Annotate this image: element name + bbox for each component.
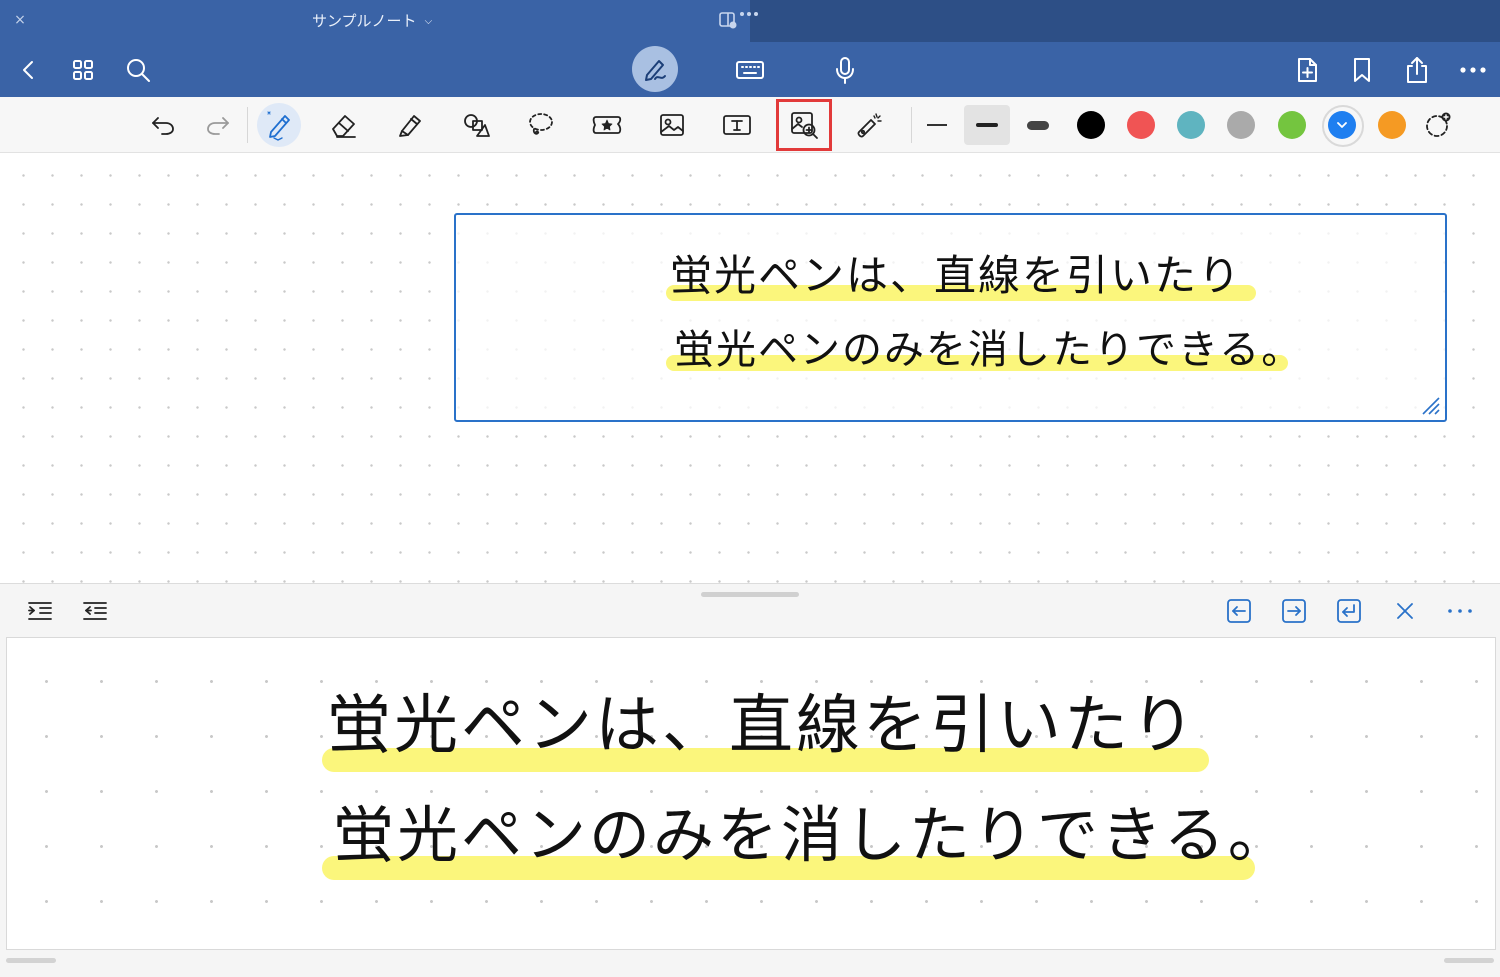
scrollbar-right[interactable]	[1444, 958, 1494, 963]
pen-tool[interactable]	[257, 103, 301, 147]
zoom-handwriting-line-1: 蛍光ペンは、直線を引いたり	[327, 689, 1198, 763]
document-title: サンプルノート	[312, 12, 417, 30]
stroke-width-thick[interactable]	[1015, 105, 1061, 145]
lasso-icon[interactable]	[519, 104, 563, 146]
color-green-swatch[interactable]	[1278, 111, 1306, 139]
document-title-button[interactable]: サンプルノート ⌵	[312, 10, 432, 32]
close-window-button[interactable]: ×	[11, 11, 29, 29]
title-bar: × サンプルノート ⌵	[0, 0, 1500, 42]
keyboard-mode-icon[interactable]	[733, 53, 767, 87]
zoom-target-box[interactable]: 蛍光ペンは、直線を引いたり 蛍光ペンのみを消したりできる。	[454, 213, 1447, 422]
zoom-handwriting-line-2: 蛍光ペンのみを消したりできる。	[333, 800, 1292, 871]
add-color-icon[interactable]	[1416, 104, 1460, 146]
navigation-bar	[0, 42, 1500, 97]
pen-icon	[267, 111, 290, 141]
handwriting-line-2: 蛍光ペンのみを消したりできる。	[674, 327, 1304, 373]
toolbar-separator	[247, 107, 248, 143]
add-page-icon[interactable]	[1290, 53, 1324, 87]
eraser-icon[interactable]	[322, 104, 366, 146]
back-icon[interactable]	[12, 53, 46, 87]
search-icon[interactable]	[121, 53, 155, 87]
resize-handle-icon[interactable]	[1419, 394, 1441, 416]
toolbar-separator	[911, 107, 912, 143]
color-teal-swatch[interactable]	[1177, 111, 1205, 139]
panel-resize-grabber[interactable]	[701, 592, 799, 597]
zoom-window-icon	[791, 112, 818, 139]
elements-sticker-icon[interactable]	[585, 104, 629, 146]
microphone-icon[interactable]	[828, 53, 862, 87]
note-canvas[interactable]: 蛍光ペンは、直線を引いたり 蛍光ペンのみを消したりできる。	[0, 153, 1500, 583]
zoom-window-tool[interactable]	[776, 99, 832, 151]
tool-bar	[0, 97, 1500, 153]
shapes-icon[interactable]	[454, 104, 498, 146]
more-icon[interactable]	[1456, 53, 1490, 87]
bookmark-icon[interactable]	[1345, 53, 1379, 87]
more-icon[interactable]	[1445, 596, 1475, 626]
close-icon[interactable]	[1390, 596, 1420, 626]
chevron-down-icon: ⌵	[424, 16, 433, 27]
color-blue-swatch[interactable]	[1322, 105, 1364, 147]
text-box-icon[interactable]	[715, 104, 759, 146]
laser-pointer-icon[interactable]	[846, 104, 890, 146]
color-orange-swatch[interactable]	[1378, 111, 1406, 139]
chevron-down-icon	[1337, 122, 1347, 128]
pen-mode-button[interactable]	[632, 46, 678, 92]
zoom-window-panel: 蛍光ペンは、直線を引いたり 蛍光ペンのみを消したりできる。	[0, 583, 1500, 977]
scrollbar-left[interactable]	[6, 958, 56, 963]
image-icon[interactable]	[650, 104, 694, 146]
color-gray-swatch[interactable]	[1227, 111, 1255, 139]
stroke-width-medium[interactable]	[964, 105, 1010, 145]
color-black-swatch[interactable]	[1077, 111, 1105, 139]
move-left-icon[interactable]	[1224, 596, 1254, 626]
highlighter-icon[interactable]	[388, 104, 432, 146]
multitasking-icon[interactable]	[718, 8, 768, 32]
move-right-icon[interactable]	[1279, 596, 1309, 626]
handwriting-line-1: 蛍光ペンは、直線を引いたり	[670, 251, 1243, 300]
title-bar-secondary-area	[750, 0, 1500, 42]
grid-icon[interactable]	[66, 53, 100, 87]
color-red-swatch[interactable]	[1127, 111, 1155, 139]
pen-icon	[645, 60, 666, 81]
stroke-width-thin[interactable]	[914, 105, 960, 145]
redo-icon[interactable]	[196, 104, 240, 146]
new-line-icon[interactable]	[1334, 596, 1364, 626]
share-icon[interactable]	[1400, 53, 1434, 87]
zoom-writing-area[interactable]: 蛍光ペンは、直線を引いたり 蛍光ペンのみを消したりできる。	[6, 637, 1496, 950]
undo-icon[interactable]	[141, 104, 185, 146]
indent-icon[interactable]	[25, 596, 55, 626]
outdent-icon[interactable]	[80, 596, 110, 626]
